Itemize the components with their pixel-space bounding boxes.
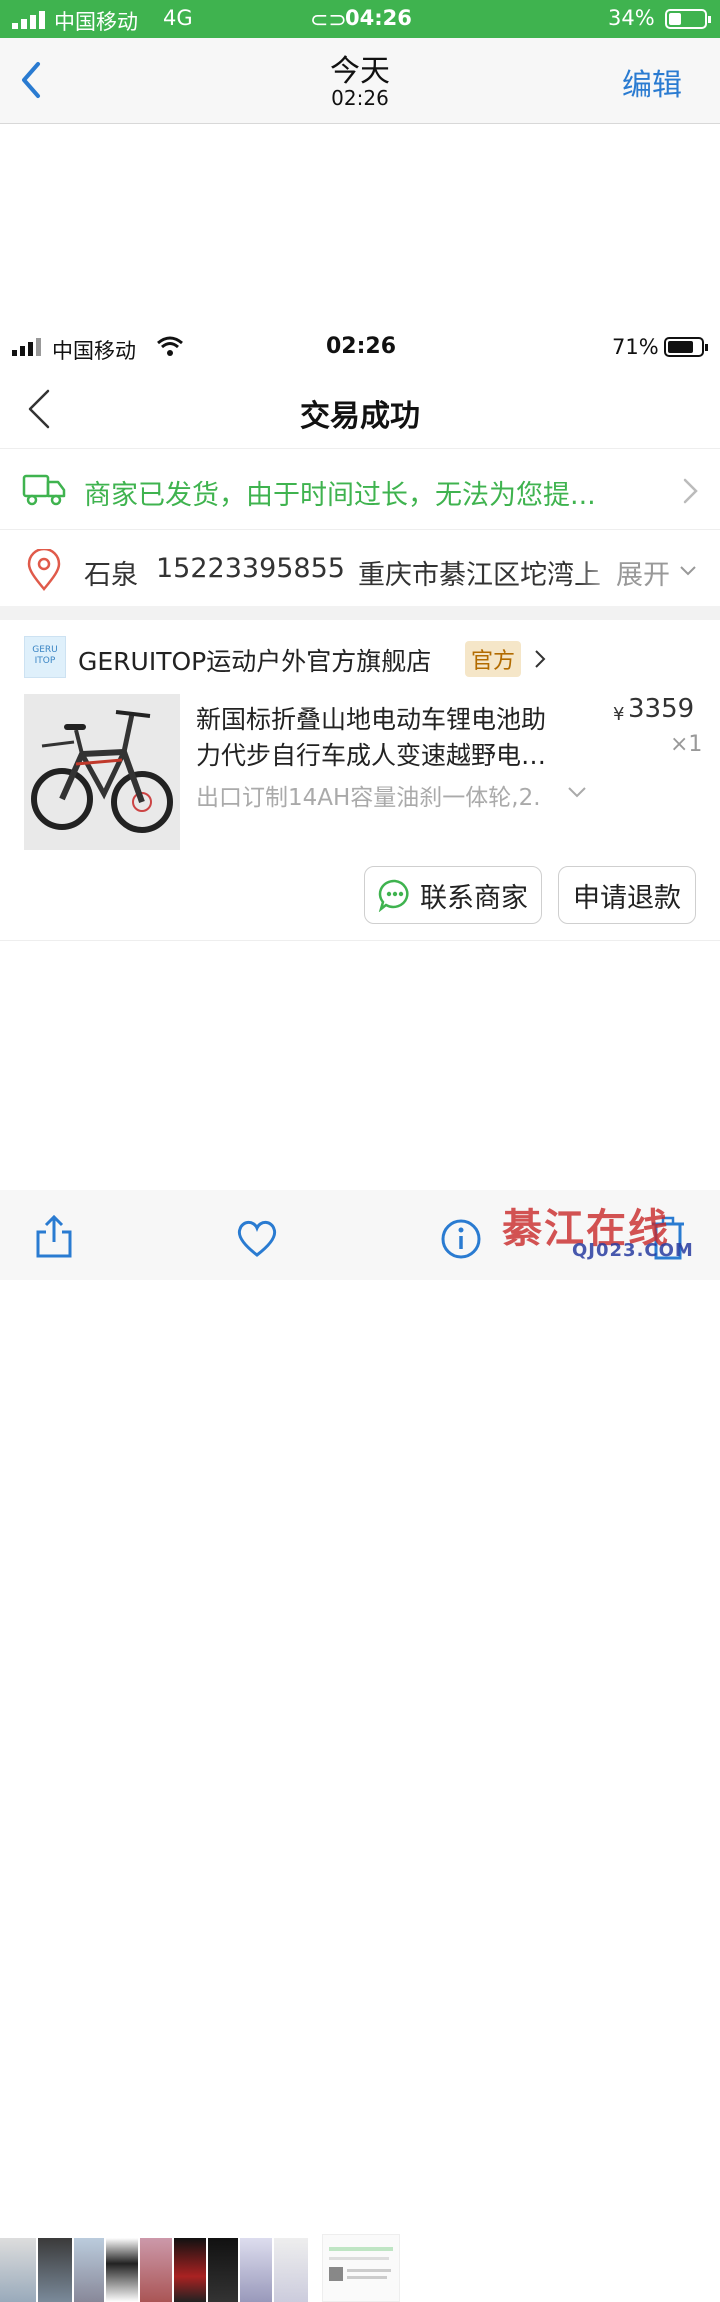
outer-battery-percent: 34% (608, 6, 655, 30)
product-quantity: ×1 (670, 732, 703, 757)
product-title-line1[interactable]: 新国标折叠山地电动车锂电池助 (196, 700, 546, 736)
thumbnail[interactable] (0, 2238, 36, 2302)
product-price: 3359 (628, 694, 695, 724)
product-spec[interactable]: 出口订制14AH容量油刹一体轮,2. (196, 778, 556, 812)
inner-time: 02:26 (326, 334, 397, 359)
price-symbol: ¥ (613, 704, 625, 725)
inner-carrier: 中国移动 (52, 339, 136, 363)
order-nav: 交易成功 (0, 369, 720, 449)
chat-bubble-icon (378, 878, 412, 913)
outer-status-bar: 中国移动 4G ⊂⊃ 04:26 34% (0, 0, 720, 38)
product-title-line2[interactable]: 力代步自行车成人变速越野电… (196, 736, 546, 772)
photo-toolbar: 綦江在线 QJ023.COM (0, 1190, 720, 1280)
nav-subtitle: 02:26 (331, 86, 389, 110)
contact-seller-button[interactable]: 联系商家 (364, 866, 542, 924)
request-refund-button[interactable]: 申请退款 (558, 866, 696, 924)
thumbnail[interactable] (174, 2238, 206, 2302)
thumbnail-current[interactable] (322, 2234, 400, 2302)
request-refund-label: 申请退款 (573, 882, 681, 914)
product-row[interactable]: 新国标折叠山地电动车锂电池助 力代步自行车成人变速越野电… 出口订制14AH容量… (0, 688, 720, 858)
shop-logo: GERU ITOP (24, 636, 66, 678)
location-pin-icon (26, 547, 62, 591)
watermark-url: QJ023.COM (572, 1240, 694, 1261)
photo-viewer-nav: 今天 02:26 编辑 (0, 38, 720, 124)
recipient-phone: 15223395855 (156, 553, 345, 584)
order-title: 交易成功 (300, 399, 420, 434)
edit-button[interactable]: 编辑 (622, 60, 682, 104)
inner-signal-icon (12, 338, 44, 356)
thumbnail[interactable] (274, 2238, 308, 2302)
address-fade (578, 551, 618, 587)
carrier-label: 中国移动 (54, 10, 138, 34)
official-badge: 官方 (465, 641, 522, 677)
thumbnail[interactable] (38, 2238, 72, 2302)
content-divider (0, 940, 720, 941)
inner-battery-icon (664, 337, 708, 357)
chevron-down-icon (678, 563, 698, 577)
thumbnail[interactable] (208, 2238, 238, 2302)
recipient-name: 石泉 (84, 560, 138, 591)
chevron-right-icon (680, 476, 700, 506)
shipping-text: 商家已发货，由于时间过长，无法为您提... (84, 480, 596, 511)
shipping-row[interactable]: 商家已发货，由于时间过长，无法为您提... (0, 450, 720, 530)
address-row[interactable]: 石泉 15223395855 重庆市綦江区坨湾上 展开 (0, 531, 720, 606)
contact-seller-label: 联系商家 (420, 882, 528, 914)
inner-status-bar: 中国移动 02:26 71% (0, 325, 720, 369)
shop-chevron-icon (532, 648, 548, 670)
thumbnail[interactable] (74, 2238, 104, 2302)
favorite-heart-icon[interactable] (236, 1220, 278, 1258)
shop-name[interactable]: GERUITOP运动户外官方旗舰店 (78, 642, 431, 678)
inner-battery-percent: 71% (612, 335, 659, 359)
nav-title: 今天 (330, 54, 390, 89)
thumbnail-strip[interactable] (0, 1118, 720, 2302)
product-image[interactable] (24, 694, 180, 850)
wifi-icon (156, 335, 184, 357)
share-icon[interactable] (34, 1214, 74, 1260)
thumbnail[interactable] (106, 2238, 138, 2302)
info-icon[interactable] (440, 1218, 482, 1260)
link-icon: ⊂⊃ (310, 8, 347, 33)
signal-icon (12, 11, 46, 29)
spec-chevron-down-icon[interactable] (566, 784, 588, 798)
expand-link[interactable]: 展开 (616, 553, 670, 592)
truck-icon (22, 472, 66, 508)
outer-time: 04:26 (345, 6, 412, 30)
thumbnail[interactable] (140, 2238, 172, 2302)
network-label: 4G (163, 6, 193, 30)
thumbnail[interactable] (240, 2238, 272, 2302)
shop-row[interactable]: GERU ITOP GERUITOP运动户外官方旗舰店 官方 (0, 620, 720, 688)
battery-icon (665, 9, 711, 29)
section-divider (0, 606, 720, 620)
